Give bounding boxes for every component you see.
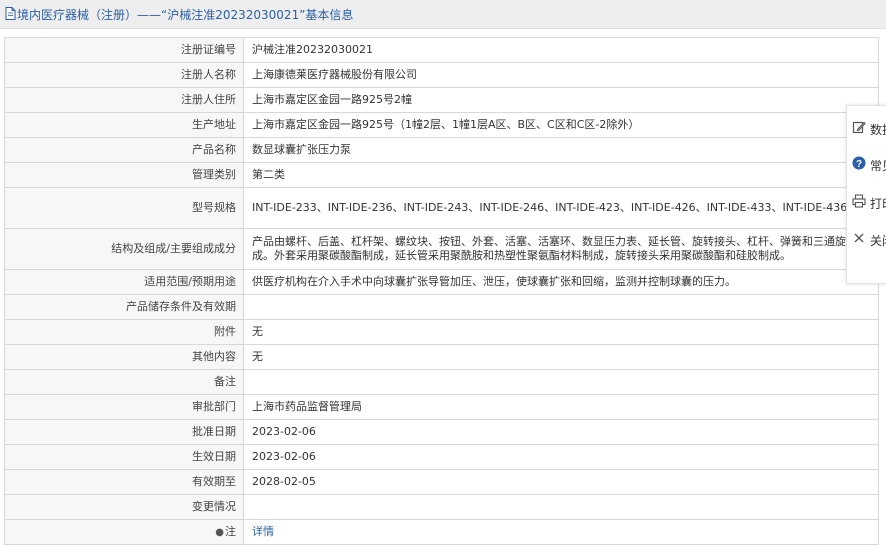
row-value: 无 [252, 350, 263, 363]
data-button[interactable]: 数据 [847, 116, 886, 140]
note-label-cell: ●注 [4, 519, 244, 545]
row-label: 结构及组成/主要组成成分 [4, 228, 244, 270]
row-value-cell: 产品由螺杆、后盖、杠杆架、螺纹块、按钮、外套、活塞、活塞环、数显压力表、延长管、… [243, 228, 879, 270]
row-value-cell: 上海市药品监督管理局 [243, 394, 879, 420]
table-row-note: ●注 详情 [4, 519, 879, 545]
edit-icon [852, 121, 866, 134]
table-row: 审批部门 上海市药品监督管理局 [4, 394, 879, 420]
row-label: 有效期至 [4, 469, 244, 495]
row-value: 沪械注准20232030021 [252, 43, 373, 56]
row-value-cell: 2023-02-06 [243, 419, 879, 445]
row-value: INT-IDE-233、INT-IDE-236、INT-IDE-243、INT-… [252, 201, 848, 214]
table-row: 产品名称 数显球囊扩张压力泵 [4, 137, 879, 163]
faq-button-label: 常见 [870, 159, 886, 173]
row-label: 注册人名称 [4, 62, 244, 88]
row-label: 附件 [4, 319, 244, 345]
row-value: 2023-02-06 [252, 425, 316, 438]
row-value-cell [243, 369, 879, 395]
table-row: 有效期至 2028-02-05 [4, 469, 879, 495]
table-row: 注册人名称 上海康德莱医疗器械股份有限公司 [4, 62, 879, 88]
row-value-cell [243, 494, 879, 520]
row-label: 注册人住所 [4, 87, 244, 113]
page-title: 境内医疗器械（注册）——“沪械注准20232030021”基本信息 [17, 8, 354, 22]
row-value: 产品由螺杆、后盖、杠杆架、螺纹块、按钮、外套、活塞、活塞环、数显压力表、延长管、… [252, 235, 868, 262]
close-icon [854, 233, 864, 243]
floating-toolbar: 数据 ? 常见 打印 关闭 [846, 105, 886, 284]
table-row: 生产地址 上海市嘉定区金园一路925号（1幢2层、1幢1层A区、B区、C区和C区-… [4, 112, 879, 138]
print-icon [852, 194, 866, 208]
row-value-cell: 数显球囊扩张压力泵 [243, 137, 879, 163]
row-value-cell: 沪械注准20232030021 [243, 37, 879, 63]
table-row: 其他内容无 [4, 344, 879, 370]
page-header: 境内医疗器械（注册）——“沪械注准20232030021”基本信息 [0, 0, 886, 29]
help-icon: ? [852, 156, 866, 170]
row-label: 批准日期 [4, 419, 244, 445]
row-value: 上海市嘉定区金园一路925号2幢 [252, 93, 412, 106]
row-value-cell: 第二类 [243, 162, 879, 188]
table-row: 产品储存条件及有效期 [4, 294, 879, 320]
table-row: 变更情况 [4, 494, 879, 520]
row-value: 2028-02-05 [252, 475, 316, 488]
row-value-cell: 无 [243, 344, 879, 370]
details-link[interactable]: 详情 [252, 525, 274, 538]
close-button-label: 关闭 [870, 234, 886, 248]
row-label: 产品名称 [4, 137, 244, 163]
document-icon [5, 7, 16, 20]
close-button[interactable]: 关闭 [847, 227, 886, 251]
row-label: 适用范围/预期用途 [4, 269, 244, 295]
row-value: 第二类 [252, 168, 285, 181]
row-value-cell: 上海康德莱医疗器械股份有限公司 [243, 62, 879, 88]
row-value-cell: INT-IDE-233、INT-IDE-236、INT-IDE-243、INT-… [243, 187, 879, 229]
pin-icon: ● [215, 526, 224, 538]
row-value-cell: 2028-02-05 [243, 469, 879, 495]
data-button-label: 数据 [870, 123, 886, 137]
row-value-cell: 上海市嘉定区金园一路925号（1幢2层、1幢1层A区、B区、C区和C区-2除外） [243, 112, 879, 138]
table-row: 注册人住所 上海市嘉定区金园一路925号2幢 [4, 87, 879, 113]
print-button-label: 打印 [870, 197, 886, 211]
row-label: 备注 [4, 369, 244, 395]
row-value: 上海市嘉定区金园一路925号（1幢2层、1幢1层A区、B区、C区和C区-2除外） [252, 118, 640, 131]
table-row: 结构及组成/主要组成成分 产品由螺杆、后盖、杠杆架、螺纹块、按钮、外套、活塞、活塞… [4, 228, 879, 270]
table-row: 附件无 [4, 319, 879, 345]
row-value: 上海市药品监督管理局 [252, 400, 362, 413]
faq-button[interactable]: ? 常见 [847, 152, 886, 176]
row-value-cell: 无 [243, 319, 879, 345]
row-label: 注 [225, 524, 236, 538]
table-row: 管理类别 第二类 [4, 162, 879, 188]
row-value: 2023-02-06 [252, 450, 316, 463]
row-label: 产品储存条件及有效期 [4, 294, 244, 320]
row-value-cell: 2023-02-06 [243, 444, 879, 470]
svg-text:?: ? [856, 159, 862, 170]
row-label: 型号规格 [4, 187, 244, 229]
row-label: 变更情况 [4, 494, 244, 520]
detail-table: 注册证编号 沪械注准20232030021 注册人名称 上海康德莱医疗器械股份有限公司… [4, 37, 879, 545]
row-label: 生产地址 [4, 112, 244, 138]
table-row: 型号规格 INT-IDE-233、INT-IDE-236、INT-IDE-243、… [4, 187, 879, 229]
table-row: 备注 [4, 369, 879, 395]
row-value: 供医疗机构在介入手术中向球囊扩张导管加压、泄压，使球囊扩张和回缩，监测并控制球囊… [252, 275, 736, 288]
row-label: 审批部门 [4, 394, 244, 420]
row-label: 注册证编号 [4, 37, 244, 63]
note-value-cell: 详情 [243, 519, 879, 545]
row-label: 生效日期 [4, 444, 244, 470]
print-button[interactable]: 打印 [847, 190, 886, 214]
row-value-cell: 上海市嘉定区金园一路925号2幢 [243, 87, 879, 113]
row-value-cell: 供医疗机构在介入手术中向球囊扩张导管加压、泄压，使球囊扩张和回缩，监测并控制球囊… [243, 269, 879, 295]
table-row: 适用范围/预期用途 供医疗机构在介入手术中向球囊扩张导管加压、泄压，使球囊扩张和回… [4, 269, 879, 295]
row-value: 无 [252, 325, 263, 338]
table-row: 注册证编号 沪械注准20232030021 [4, 37, 879, 63]
table-row: 生效日期 2023-02-06 [4, 444, 879, 470]
table-row: 批准日期 2023-02-06 [4, 419, 879, 445]
row-value: 上海康德莱医疗器械股份有限公司 [252, 68, 417, 81]
row-label: 其他内容 [4, 344, 244, 370]
row-value-cell [243, 294, 879, 320]
row-label: 管理类别 [4, 162, 244, 188]
row-value: 数显球囊扩张压力泵 [252, 143, 351, 156]
